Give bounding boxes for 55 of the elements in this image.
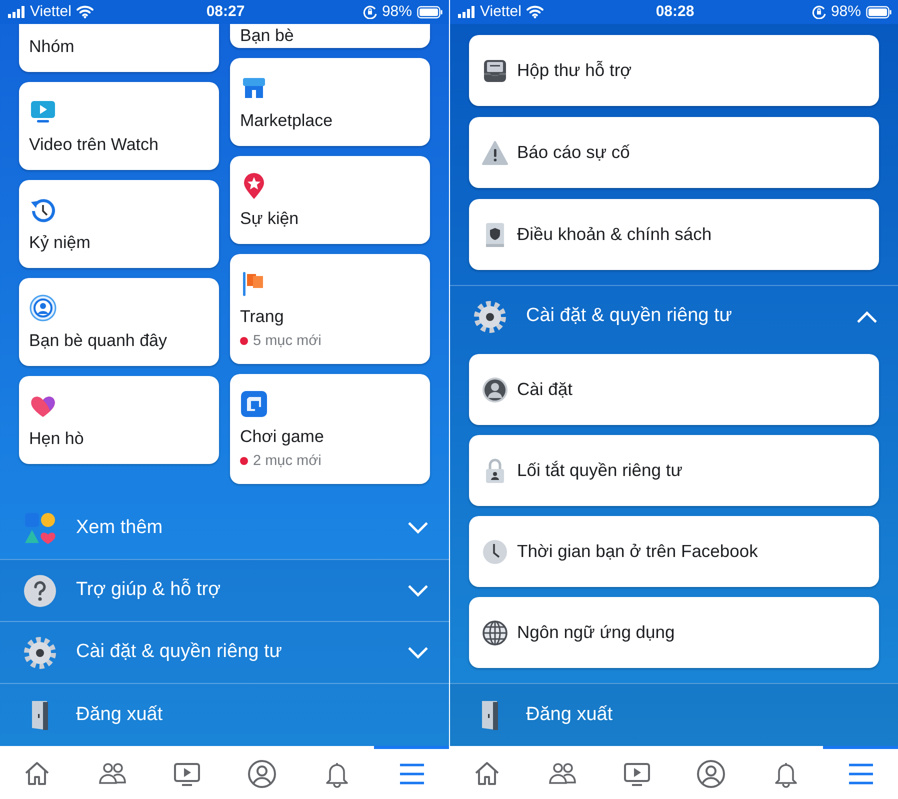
section-header[interactable]: Trợ giúp & hỗ trợ <box>0 559 449 621</box>
status-time: 08:27 <box>206 2 245 22</box>
shapes-icon <box>23 511 57 545</box>
unread-dot <box>240 457 248 465</box>
person-radar-icon <box>29 294 57 322</box>
globe-icon <box>482 620 508 646</box>
unread-dot <box>240 337 248 345</box>
shortcut-tile[interactable]: Sự kiện <box>230 156 430 244</box>
clock-icon <box>482 538 508 564</box>
shortcut-tile[interactable]: Video trên Watch <box>19 82 219 170</box>
settings-icon <box>473 300 507 334</box>
signal-icon <box>458 6 475 18</box>
section-header[interactable]: Cài đặt & quyền riêng tư <box>0 621 449 683</box>
carrier-name: Viettel <box>480 2 522 22</box>
new-items-text: 5 mục mới <box>253 332 322 350</box>
new-items-text: 2 mục mới <box>253 452 322 470</box>
shortcut-tile[interactable]: Hẹn hò <box>19 376 219 464</box>
shortcut-tile[interactable]: Bạn bè quanh đây <box>19 278 219 366</box>
shortcut-tile[interactable]: Bạn bè <box>230 24 430 48</box>
shortcut-tile[interactable]: Nhóm <box>19 24 219 72</box>
game-tile-icon <box>240 390 268 418</box>
shortcut-tile[interactable]: Marketplace <box>230 58 430 146</box>
battery-percent: 98% <box>382 2 412 22</box>
inbox-tray-icon <box>482 58 508 84</box>
wifi-icon <box>526 5 544 19</box>
menu-card[interactable]: Điều khoản & chính sách <box>469 199 879 270</box>
battery-percent: 98% <box>830 2 861 22</box>
shortcut-tile[interactable]: Chơi game 2 mục mới <box>230 374 430 484</box>
battery-icon <box>866 6 892 18</box>
signal-icon <box>8 6 25 18</box>
profile-icon <box>246 759 277 789</box>
profile-icon <box>696 759 726 789</box>
menu-card[interactable]: Lối tắt quyền riêng tư <box>469 435 879 506</box>
clock-arrow-icon <box>29 196 57 224</box>
shortcut-tile[interactable]: Trang 5 mục mới <box>230 254 430 364</box>
menu-card[interactable]: Thời gian bạn ở trên Facebook <box>469 516 879 587</box>
wifi-icon <box>76 5 94 19</box>
menu-card[interactable]: Báo cáo sự cố <box>469 117 879 188</box>
warning-icon <box>482 140 508 166</box>
section-header[interactable]: Cài đặt & quyền riêng tư <box>450 285 898 347</box>
help-icon <box>23 574 57 608</box>
person-circle-icon <box>482 376 508 402</box>
rotation-lock-icon <box>362 5 377 19</box>
logout-button[interactable]: Đăng xuất <box>450 683 898 746</box>
menu-card[interactable]: Cài đặt <box>469 354 879 425</box>
shortcut-tile[interactable]: Kỷ niệm <box>19 180 219 268</box>
battery-icon <box>417 6 443 18</box>
rotation-lock-icon <box>812 5 826 19</box>
menu-card[interactable]: Ngôn ngữ ứng dụng <box>469 597 879 668</box>
carrier-name: Viettel <box>30 2 72 22</box>
logout-button[interactable]: Đăng xuất <box>0 683 449 746</box>
status-time: 08:28 <box>656 2 694 22</box>
settings-icon <box>23 636 57 670</box>
menu-card[interactable]: Hộp thư hỗ trợ <box>469 35 879 106</box>
section-header[interactable]: Xem thêm <box>0 497 449 559</box>
